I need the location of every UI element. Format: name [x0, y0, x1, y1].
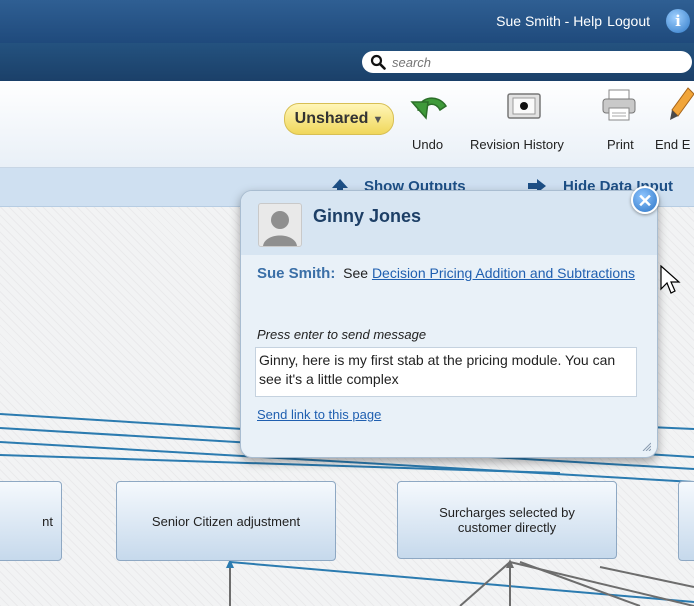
chevron-down-icon: ▼: [372, 114, 384, 126]
undo-icon[interactable]: [408, 88, 452, 122]
message-input[interactable]: Ginny, here is my first stab at the pric…: [255, 347, 637, 397]
resize-grip-icon[interactable]: [641, 441, 651, 451]
send-hint: Press enter to send message: [257, 327, 427, 342]
close-icon[interactable]: ✕: [631, 186, 659, 214]
send-link-button[interactable]: Send link to this page: [257, 407, 381, 422]
search-box[interactable]: [362, 51, 692, 73]
avatar: [258, 203, 302, 247]
sharing-label: Unshared: [294, 110, 369, 127]
app-frame: Sue Smith - Help Logout i Unshared▼: [0, 0, 694, 606]
chat-popup: Ginny Jones Sue Smith: See Decision Pric…: [240, 190, 658, 458]
node-surcharges[interactable]: Surcharges selected by customer directly: [397, 481, 617, 559]
sharing-dropdown[interactable]: Unshared ▼: [284, 103, 394, 135]
search-input[interactable]: [392, 53, 672, 71]
end-button[interactable]: End E: [655, 137, 690, 152]
info-icon[interactable]: i: [666, 9, 690, 33]
search-icon: [370, 54, 386, 70]
node-label: nt: [42, 513, 53, 529]
top-header: Sue Smith - Help Logout i: [0, 0, 694, 43]
contact-name: Ginny Jones: [313, 206, 422, 226]
message-prefix: See: [343, 265, 369, 281]
chat-message: Sue Smith: See Decision Pricing Addition…: [257, 263, 642, 284]
message-sender: Sue Smith:: [257, 265, 336, 282]
popup-header: Ginny Jones: [241, 191, 657, 255]
toolbar: Unshared ▼: [0, 81, 694, 168]
node-senior-citizen[interactable]: Senior Citizen adjustment: [116, 481, 336, 561]
person-icon: [263, 211, 297, 246]
search-bar: [0, 43, 694, 81]
revision-history-icon[interactable]: [506, 92, 542, 120]
undo-button[interactable]: Undo: [412, 137, 443, 152]
node-label: Surcharges selected by customer directly: [439, 505, 575, 535]
pencil-icon[interactable]: [668, 86, 694, 124]
mouse-cursor-icon: [660, 265, 681, 294]
user-help-link[interactable]: Sue Smith - Help: [496, 13, 602, 29]
logout-link[interactable]: Logout: [607, 13, 650, 29]
node-partial[interactable]: nt: [0, 481, 62, 561]
node-partial-right[interactable]: [678, 481, 694, 561]
print-button[interactable]: Print: [607, 137, 634, 152]
decision-link[interactable]: Decision Pricing Addition and Subtractio…: [372, 265, 635, 281]
revision-history-button[interactable]: Revision History: [470, 137, 564, 152]
printer-icon[interactable]: [600, 88, 638, 122]
node-label: Senior Citizen adjustment: [151, 513, 301, 529]
